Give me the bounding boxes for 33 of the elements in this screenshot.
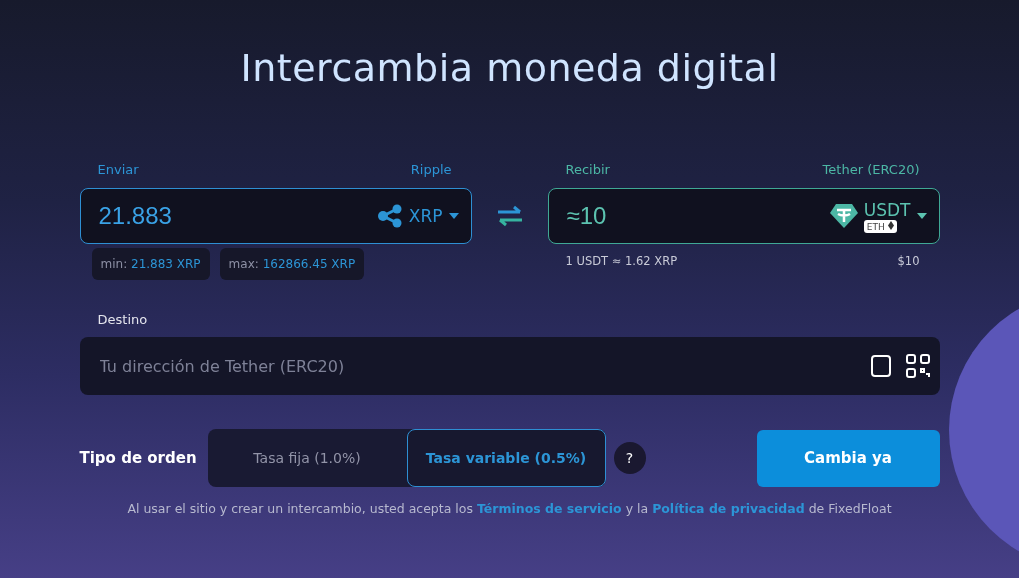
exchange-button[interactable]: Cambia ya <box>756 429 940 487</box>
caret-icon <box>448 213 459 219</box>
coin-icon <box>829 203 858 229</box>
usd-value: $10 <box>897 254 920 268</box>
swap-arrows-icon[interactable] <box>495 205 524 227</box>
destination-address-field[interactable]: Tu dirección de Tether (ERC20) <box>79 337 940 395</box>
diamond-icon <box>887 220 894 230</box>
page-title: Intercambia moneda digital <box>239 46 780 90</box>
nodes-icon <box>376 203 403 229</box>
exchange-rate: 1 USDT ≈ 1.62 XRP <box>565 254 678 268</box>
qr-code-icon[interactable] <box>905 354 930 378</box>
send-amount-field[interactable]: 21.883 XRP <box>79 188 472 244</box>
min-amount: min: 21.883 XRP <box>91 248 210 280</box>
caret-icon <box>916 213 927 219</box>
send-label: Enviar <box>97 162 139 179</box>
receive-currency-selector[interactable]: USDT ETH <box>829 199 927 233</box>
privacy-link[interactable]: Política de privacidad <box>652 501 805 516</box>
order-type-option[interactable]: Tasa fija (1.0%) <box>207 429 407 487</box>
help-button[interactable]: ? <box>613 442 646 474</box>
receive-label: Recibir <box>565 162 610 179</box>
destination-label: Destino <box>97 312 149 327</box>
terms-notice: Al usar el sitio y crear un intercambio, usted acepta los Términos de servicio y la Política de privacidad de FixedFloat <box>126 501 893 516</box>
order-type-option[interactable]: Tasa variable (0.5%) <box>406 429 606 487</box>
max-amount: max: 162866.45 XRP <box>219 248 365 280</box>
receive-amount-field: ≈10 USDT ETH <box>547 188 940 244</box>
send-currency-name: Ripple <box>410 162 452 179</box>
terms-link[interactable]: Términos de servicio <box>476 501 622 516</box>
clipboard-icon[interactable] <box>869 354 892 378</box>
receive-currency-name: Tether (ERC20) <box>822 162 920 179</box>
order-type-label: Tipo de orden <box>79 449 198 467</box>
network-badge: ETH <box>863 219 897 233</box>
send-currency-selector[interactable]: XRP <box>376 203 459 229</box>
destination-address-input[interactable]: Tu dirección de Tether (ERC20) <box>97 355 856 377</box>
